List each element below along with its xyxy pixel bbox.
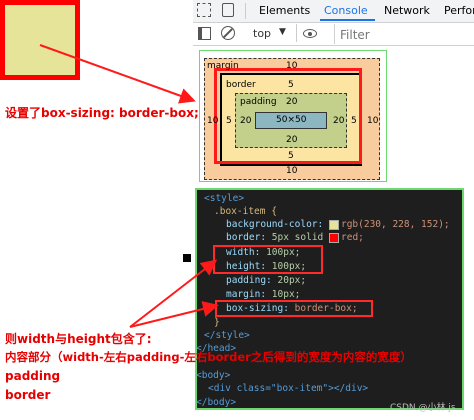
arrow-demo-to-boxmodel [39,44,196,104]
cursor-marker [183,254,191,262]
annotation-arrows [39,44,219,328]
